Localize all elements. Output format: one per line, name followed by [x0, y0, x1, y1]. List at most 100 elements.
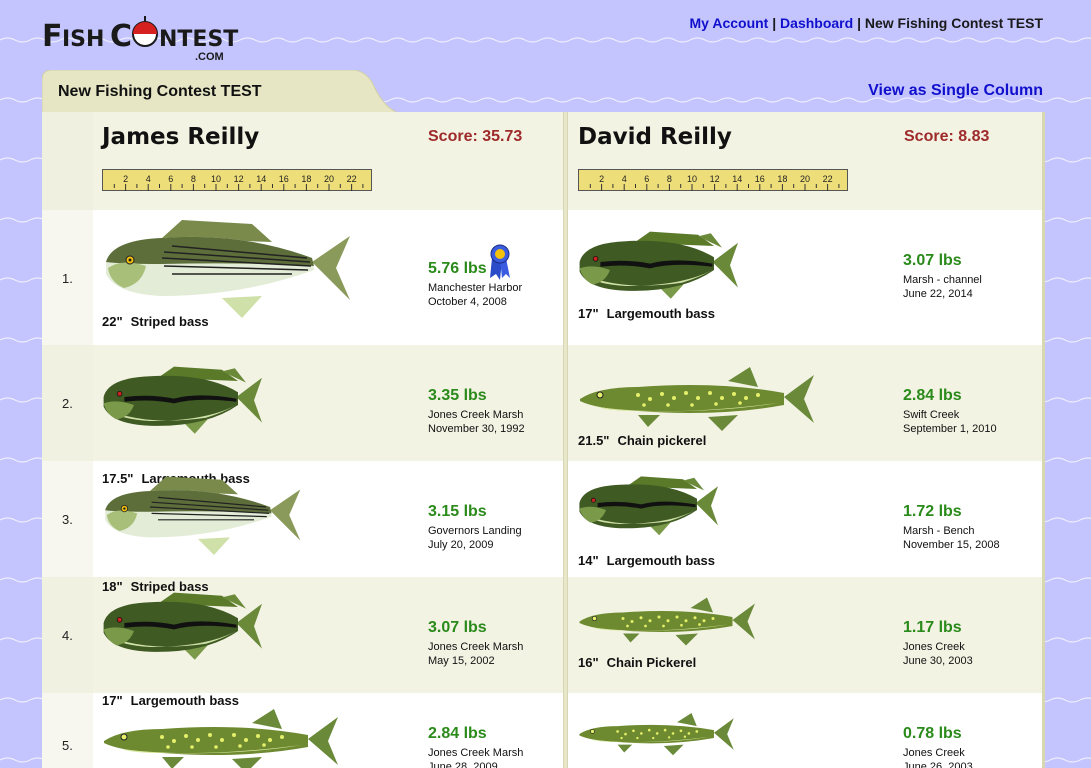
catch-caption: 22" Striped bass — [102, 314, 209, 329]
column-divider — [563, 112, 568, 768]
catch-date: October 4, 2008 — [428, 296, 507, 308]
catch-weight: 2.84 lbs — [428, 725, 487, 742]
chain-pickerel-icon[interactable] — [102, 703, 352, 768]
player-name[interactable]: David Reilly — [578, 124, 732, 150]
catch-caption: 16" Chain Pickerel — [578, 655, 696, 670]
player-score: Score: 8.83 — [904, 128, 990, 145]
catch-location: Marsh - Bench — [903, 525, 975, 537]
ruler-tick-label: 20 — [800, 174, 810, 184]
current-contest-name: New Fishing Contest TEST — [864, 15, 1043, 31]
ruler-tick-label: 12 — [234, 174, 244, 184]
catch-location: Governors Landing — [428, 525, 522, 537]
catch-length: 17" — [578, 306, 599, 321]
catch-location: Marsh - channel — [903, 274, 982, 286]
striped-bass-icon[interactable] — [102, 218, 352, 318]
catch-weight: 3.07 lbs — [903, 252, 962, 269]
largemouth-bass-icon[interactable] — [102, 365, 302, 445]
rank-number: 1. — [62, 271, 73, 286]
rank-number: 3. — [62, 512, 73, 527]
player-name[interactable]: James Reilly — [102, 124, 259, 150]
ruler-tick-label: 4 — [146, 174, 151, 184]
view-single-column-link[interactable]: View as Single Column — [868, 82, 1043, 100]
catch-species: Chain pickerel — [617, 433, 707, 448]
catch-location: Jones Creek Marsh — [428, 409, 524, 421]
svg-text:C: C — [110, 19, 132, 54]
top-navigation: My Account | Dashboard | New Fishing Con… — [690, 15, 1043, 31]
catch-weight: 5.76 lbs — [428, 260, 487, 277]
contest-tab: New Fishing Contest TEST — [42, 70, 402, 114]
rank-column-body — [42, 210, 93, 768]
catch-weight: 3.07 lbs — [428, 619, 487, 636]
catch-date: June 26, 2003 — [903, 761, 973, 768]
catch-date: November 30, 1992 — [428, 423, 525, 435]
catch-location: Manchester Harbor — [428, 282, 523, 294]
catch-location: Jones Creek — [903, 747, 965, 759]
chain-pickerel-icon[interactable] — [578, 709, 743, 768]
ruler-ticks: 2 4 6 8 10 12 14 16 18 20 22 — [589, 174, 840, 191]
catch-date: June 22, 2014 — [903, 288, 973, 300]
my-account-link[interactable]: My Account — [690, 15, 769, 31]
catch-location: Jones Creek Marsh — [428, 641, 524, 653]
catch-length: 14" — [578, 553, 599, 568]
nav-separator: | — [857, 15, 861, 31]
logo-suffix: .COM — [195, 51, 224, 63]
ruler-tick-label: 20 — [324, 174, 334, 184]
first-place-ribbon-icon — [490, 244, 511, 280]
ruler-tick-label: 16 — [279, 174, 289, 184]
ruler-tick-label: 22 — [823, 174, 833, 184]
catch-date: May 15, 2002 — [428, 655, 495, 667]
svg-text:NTEST: NTEST — [159, 27, 238, 52]
ruler-tick-label: 18 — [301, 174, 311, 184]
catch-species: Largemouth bass — [606, 306, 715, 321]
rank-number: 4. — [62, 628, 73, 643]
catch-location: Jones Creek Marsh — [428, 747, 524, 759]
catch-weight: 3.15 lbs — [428, 503, 487, 520]
catch-weight: 2.84 lbs — [903, 387, 962, 404]
ruler-tick-label: 10 — [687, 174, 697, 184]
catch-date: September 1, 2010 — [903, 423, 997, 435]
catch-location: Swift Creek — [903, 409, 960, 421]
catch-species: Striped bass — [130, 314, 209, 329]
ruler-tick-label: 4 — [622, 174, 627, 184]
ruler-tick-label: 22 — [347, 174, 357, 184]
ruler-tick-label: 10 — [211, 174, 221, 184]
nav-separator: | — [772, 15, 777, 31]
rank-number: 5. — [62, 738, 73, 753]
catch-length: 21.5" — [578, 433, 610, 448]
ruler-tick-label: 12 — [710, 174, 720, 184]
ruler-tick-label: 14 — [256, 174, 266, 184]
largemouth-bass-icon[interactable] — [102, 591, 302, 671]
catch-weight: 1.72 lbs — [903, 503, 962, 520]
catch-species: Chain Pickerel — [606, 655, 697, 670]
contest-title: New Fishing Contest TEST — [58, 83, 262, 100]
ruler-tick-label: 6 — [168, 174, 173, 184]
ruler-tick-label: 18 — [777, 174, 787, 184]
ruler-ticks: 2 4 6 8 10 12 14 16 18 20 22 — [113, 174, 364, 191]
catch-weight: 1.17 lbs — [903, 619, 962, 636]
ruler-tick-label: 14 — [732, 174, 742, 184]
catch-date: November 15, 2008 — [903, 539, 1000, 551]
largemouth-bass-icon[interactable] — [578, 230, 778, 310]
catch-caption: 14" Largemouth bass — [578, 553, 715, 568]
svg-text:F: F — [42, 19, 63, 54]
player-score: Score: 35.73 — [428, 128, 523, 145]
catch-date: June 30, 2003 — [903, 655, 973, 667]
ruler-tick-label: 16 — [755, 174, 765, 184]
catch-location: Jones Creek — [903, 641, 965, 653]
ruler-tick-label: 2 — [123, 174, 128, 184]
catch-date: June 28, 2009 — [428, 761, 498, 768]
leaderboard-panel: James Reilly Score: 35.73 2 4 6 8 10 12 14 16 18… — [42, 112, 1045, 768]
largemouth-bass-icon[interactable] — [578, 475, 753, 545]
length-ruler: 2 4 6 8 10 12 14 16 18 20 22 — [102, 169, 372, 191]
catch-caption: 17" Largemouth bass — [578, 306, 715, 321]
striped-bass-icon[interactable] — [102, 475, 302, 555]
catch-weight: 0.78 lbs — [903, 725, 962, 742]
dashboard-link[interactable]: Dashboard — [780, 15, 853, 31]
rank-number: 2. — [62, 396, 73, 411]
ruler-tick-label: 8 — [191, 174, 196, 184]
length-ruler: 2 4 6 8 10 12 14 16 18 20 22 — [578, 169, 848, 191]
fishcontest-logo[interactable]: F ISH C NTEST .COM — [42, 14, 242, 63]
ruler-tick-label: 6 — [644, 174, 649, 184]
ruler-tick-label: 8 — [667, 174, 672, 184]
catch-species: Largemouth bass — [606, 553, 715, 568]
